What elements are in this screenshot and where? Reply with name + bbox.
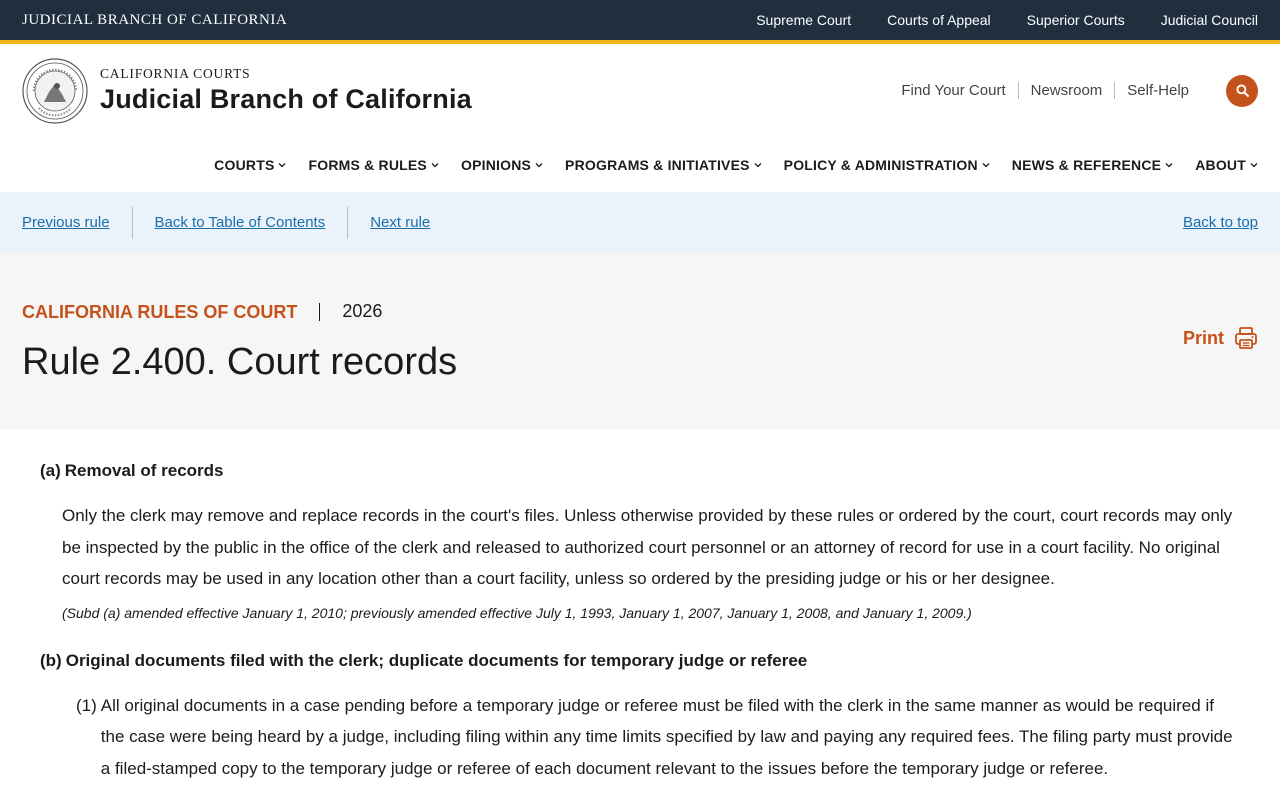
util-link-find-your-court[interactable]: Find Your Court [889,82,1017,99]
top-utility-bar: JUDICIAL BRANCH OF CALIFORNIA Supreme Co… [0,0,1280,40]
nav-item-opinions[interactable]: OPINIONS [461,157,543,173]
chevron-down-icon [431,162,439,167]
home-logo-link[interactable]: CALIFORNIA COURTS Judicial Branch of Cal… [22,57,472,124]
nav-item-news-reference[interactable]: NEWS & REFERENCE [1012,157,1173,173]
subdivision-title: Original documents filed with the clerk;… [65,650,808,670]
back-to-top-link[interactable]: Back to top [1183,214,1258,231]
nav-item-label: NEWS & REFERENCE [1011,156,1162,173]
printer-icon [1235,327,1257,349]
nav-item-forms-rules[interactable]: FORMS & RULES [308,157,439,173]
nav-item-label: POLICY & ADMINISTRATION [783,156,978,173]
site-header: CALIFORNIA COURTS Judicial Branch of Cal… [0,44,1280,137]
main-nav: COURTS FORMS & RULES OPINIONS PROGRAMS &… [0,137,1280,192]
nav-item-label: FORMS & RULES [308,156,427,173]
nav-item-courts[interactable]: COURTS [214,157,286,173]
topbar-brand-link[interactable]: JUDICIAL BRANCH OF CALIFORNIA [22,12,287,29]
rule-content: (a) Removal of records Only the clerk ma… [0,429,1280,784]
rule-navigation-bar: Previous rule Back to Table of Contents … [0,192,1280,253]
util-link-newsroom[interactable]: Newsroom [1017,82,1115,99]
nav-item-label: PROGRAMS & INITIATIVES [565,156,750,173]
nav-item-label: COURTS [214,156,275,173]
topbar-link-courts-of-appeal[interactable]: Courts of Appeal [887,12,991,28]
print-label: Print [1182,327,1224,348]
amendment-note: (Subd (a) amended effective January 1, 2… [62,604,972,621]
subdivision-marker: (a) [40,461,61,480]
subdivision-marker: (b) [40,650,62,670]
search-icon [1235,84,1249,97]
util-link-self-help[interactable]: Self-Help [1114,82,1201,99]
nav-item-policy-administration[interactable]: POLICY & ADMINISTRATION [784,157,990,173]
nav-item-programs-initiatives[interactable]: PROGRAMS & INITIATIVES [565,157,762,173]
chevron-down-icon [982,162,990,167]
chevron-down-icon [535,162,543,167]
subdivision-title: Removal of records [64,461,224,480]
rules-year: 2026 [342,301,383,321]
brand-subtitle: CALIFORNIA COURTS [100,66,251,81]
rule-pager: Previous rule Back to Table of Contents … [22,206,452,239]
topbar-links: Supreme Court Courts of Appeal Superior … [720,12,1258,28]
next-rule-link[interactable]: Next rule [347,206,452,239]
topbar-link-supreme-court[interactable]: Supreme Court [756,12,851,28]
rules-category: CALIFORNIA RULES OF COURT [22,302,321,321]
subdivision-a-text: Only the clerk may remove and replace re… [62,506,1233,588]
paragraph-text: All original documents in a case pending… [100,695,1233,778]
chevron-down-icon [279,162,286,167]
nav-item-about[interactable]: ABOUT [1195,157,1258,173]
chevron-down-icon [754,162,762,167]
chevron-down-icon [1165,162,1173,167]
utility-nav: Find Your Court Newsroom Self-Help [889,74,1258,107]
page-title: Rule 2.400. Court records [22,341,458,383]
topbar-link-judicial-council[interactable]: Judicial Council [1161,12,1258,28]
search-button[interactable] [1226,74,1258,107]
topbar-link-superior-courts[interactable]: Superior Courts [1027,12,1125,28]
print-button[interactable]: Print [1183,326,1258,350]
chevron-down-icon [1250,162,1258,167]
judicial-council-seal-icon [22,57,88,124]
rule-title-block: CALIFORNIA RULES OF COURT 2026 Rule 2.40… [0,253,1280,429]
nav-item-label: ABOUT [1195,156,1246,173]
subdivision-heading-b: (b) Original documents filed with the cl… [40,651,1240,671]
rule-breadcrumb: CALIFORNIA RULES OF COURT 2026 [22,301,382,322]
nav-item-label: OPINIONS [460,156,532,173]
subdivision-heading-a: (a) Removal of records [40,461,1240,481]
paragraph-number: (1) [76,695,97,715]
paragraph-b1: (1) All original documents in a case pen… [40,690,1240,785]
brand-text: CALIFORNIA COURTS Judicial Branch of Cal… [100,66,472,115]
table-of-contents-link[interactable]: Back to Table of Contents [131,206,348,239]
brand-title: Judicial Branch of California [100,84,472,114]
previous-rule-link[interactable]: Previous rule [22,207,132,239]
